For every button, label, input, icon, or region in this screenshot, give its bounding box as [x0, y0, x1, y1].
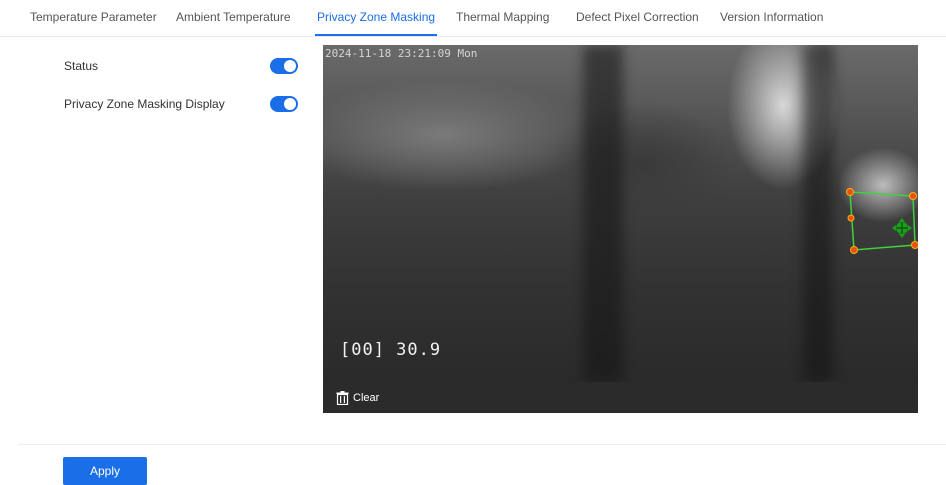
- tab-ambient-temperature[interactable]: Ambient Temperature: [176, 0, 291, 34]
- tab-bar: Temperature Parameter Ambient Temperatur…: [0, 0, 946, 37]
- zone-handle[interactable]: [911, 241, 919, 249]
- privacy-zone-polygon[interactable]: [849, 191, 916, 251]
- toggle-knob: [284, 98, 296, 110]
- status-toggle[interactable]: [270, 58, 298, 74]
- privacy-zone-display-label: Privacy Zone Masking Display: [64, 97, 225, 111]
- zone-handle[interactable]: [909, 192, 917, 200]
- tab-defect-pixel-correction[interactable]: Defect Pixel Correction: [576, 0, 699, 34]
- video-preview[interactable]: 2024-11-18 23:21:09 Mon [00] 30.9: [323, 45, 918, 382]
- privacy-zone-layer: [846, 188, 919, 254]
- zone-handle[interactable]: [850, 246, 858, 254]
- trash-icon: [336, 390, 349, 405]
- divider: [18, 444, 946, 445]
- tab-temperature-parameter[interactable]: Temperature Parameter: [30, 0, 157, 34]
- apply-button[interactable]: Apply: [63, 457, 147, 485]
- tab-privacy-zone-masking[interactable]: Privacy Zone Masking: [314, 0, 438, 36]
- tab-thermal-mapping[interactable]: Thermal Mapping: [456, 0, 549, 34]
- clear-label: Clear: [353, 391, 380, 404]
- tab-version-information[interactable]: Version Information: [720, 0, 823, 34]
- video-toolbar: Clear: [323, 382, 918, 413]
- clear-button[interactable]: Clear: [336, 389, 379, 406]
- toggle-knob: [284, 60, 296, 72]
- status-label: Status: [64, 59, 99, 73]
- privacy-zone-display-toggle[interactable]: [270, 96, 298, 112]
- zone-handle[interactable]: [847, 214, 855, 222]
- zone-handle[interactable]: [846, 188, 854, 196]
